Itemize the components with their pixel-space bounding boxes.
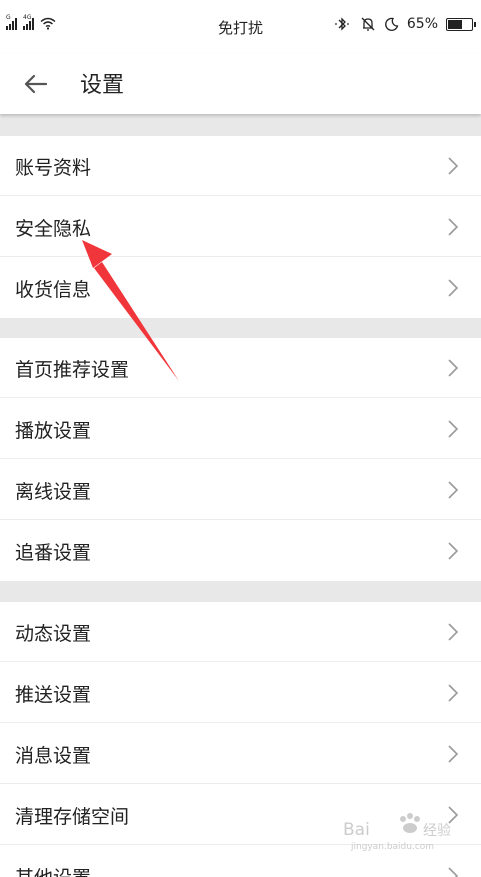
group-separator [0, 114, 481, 136]
divider [0, 722, 481, 723]
chevron-right-icon [448, 684, 459, 702]
page-title: 设置 [80, 73, 125, 98]
svg-text:jingyan.baidu.com: jingyan.baidu.com [350, 842, 434, 851]
settings-item-follow-series[interactable]: 追番设置 [0, 521, 481, 581]
baidu-watermark-logo: Bai 经验 jingyan.baidu.com [343, 813, 451, 851]
svg-text:Bai: Bai [343, 820, 370, 840]
divider [0, 195, 481, 196]
settings-item-feed[interactable]: 动态设置 [0, 602, 481, 662]
chevron-right-icon [448, 481, 459, 499]
divider [0, 458, 481, 459]
settings-item-label: 离线设置 [15, 480, 92, 503]
group-separator [0, 318, 481, 338]
divider [0, 783, 481, 784]
divider [0, 661, 481, 662]
bell-off-icon [361, 17, 375, 31]
settings-item-label: 其他设置 [15, 863, 91, 877]
battery-icon [446, 17, 476, 31]
moon-icon [384, 17, 399, 31]
chevron-right-icon [448, 867, 459, 877]
divider [0, 256, 481, 257]
status-right: 65% [334, 16, 476, 32]
settings-item-messages[interactable]: 消息设置 [0, 724, 481, 784]
settings-item-label: 收货信息 [15, 278, 92, 301]
chevron-right-icon [448, 745, 459, 763]
settings-item-label: 首页推荐设置 [15, 358, 130, 381]
status-bar: G 4G 免打扰 65% [0, 0, 481, 54]
arrow-left-icon[interactable] [22, 70, 50, 98]
app-bar: 设置 [0, 54, 481, 114]
battery-percent: 65% [406, 16, 438, 32]
group-separator [0, 581, 481, 602]
settings-item-label: 播放设置 [15, 419, 92, 442]
chevron-right-icon [448, 218, 459, 236]
chevron-right-icon [448, 157, 459, 175]
settings-item-label: 消息设置 [15, 744, 92, 767]
settings-item-shipping-info[interactable]: 收货信息 [0, 258, 481, 318]
settings-item-offline[interactable]: 离线设置 [0, 460, 481, 520]
chevron-right-icon [448, 623, 459, 641]
divider [0, 397, 481, 398]
settings-item-label: 安全隐私 [15, 217, 92, 240]
settings-item-security-privacy[interactable]: 安全隐私 [0, 197, 481, 257]
chevron-right-icon [448, 542, 459, 560]
settings-item-label: 推送设置 [15, 683, 92, 706]
svg-text:经验: 经验 [423, 823, 451, 839]
settings-screen: G 4G 免打扰 65% 设置 账号资料 安全隐私 收货信息 首页推荐设置 播放… [0, 0, 481, 877]
chevron-right-icon [448, 359, 459, 377]
settings-item-playback[interactable]: 播放设置 [0, 399, 481, 459]
bluetooth-icon [334, 17, 349, 31]
settings-item-label: 追番设置 [15, 541, 92, 564]
settings-item-label: 清理存储空间 [15, 805, 130, 828]
settings-item-account-profile[interactable]: 账号资料 [0, 136, 481, 196]
chevron-right-icon [448, 279, 459, 297]
settings-item-push[interactable]: 推送设置 [0, 663, 481, 723]
settings-item-label: 动态设置 [15, 622, 92, 645]
settings-item-home-recommend[interactable]: 首页推荐设置 [0, 338, 481, 398]
settings-item-label: 账号资料 [15, 156, 92, 179]
battery-level-fill [448, 19, 462, 29]
chevron-right-icon [448, 420, 459, 438]
divider [0, 519, 481, 520]
